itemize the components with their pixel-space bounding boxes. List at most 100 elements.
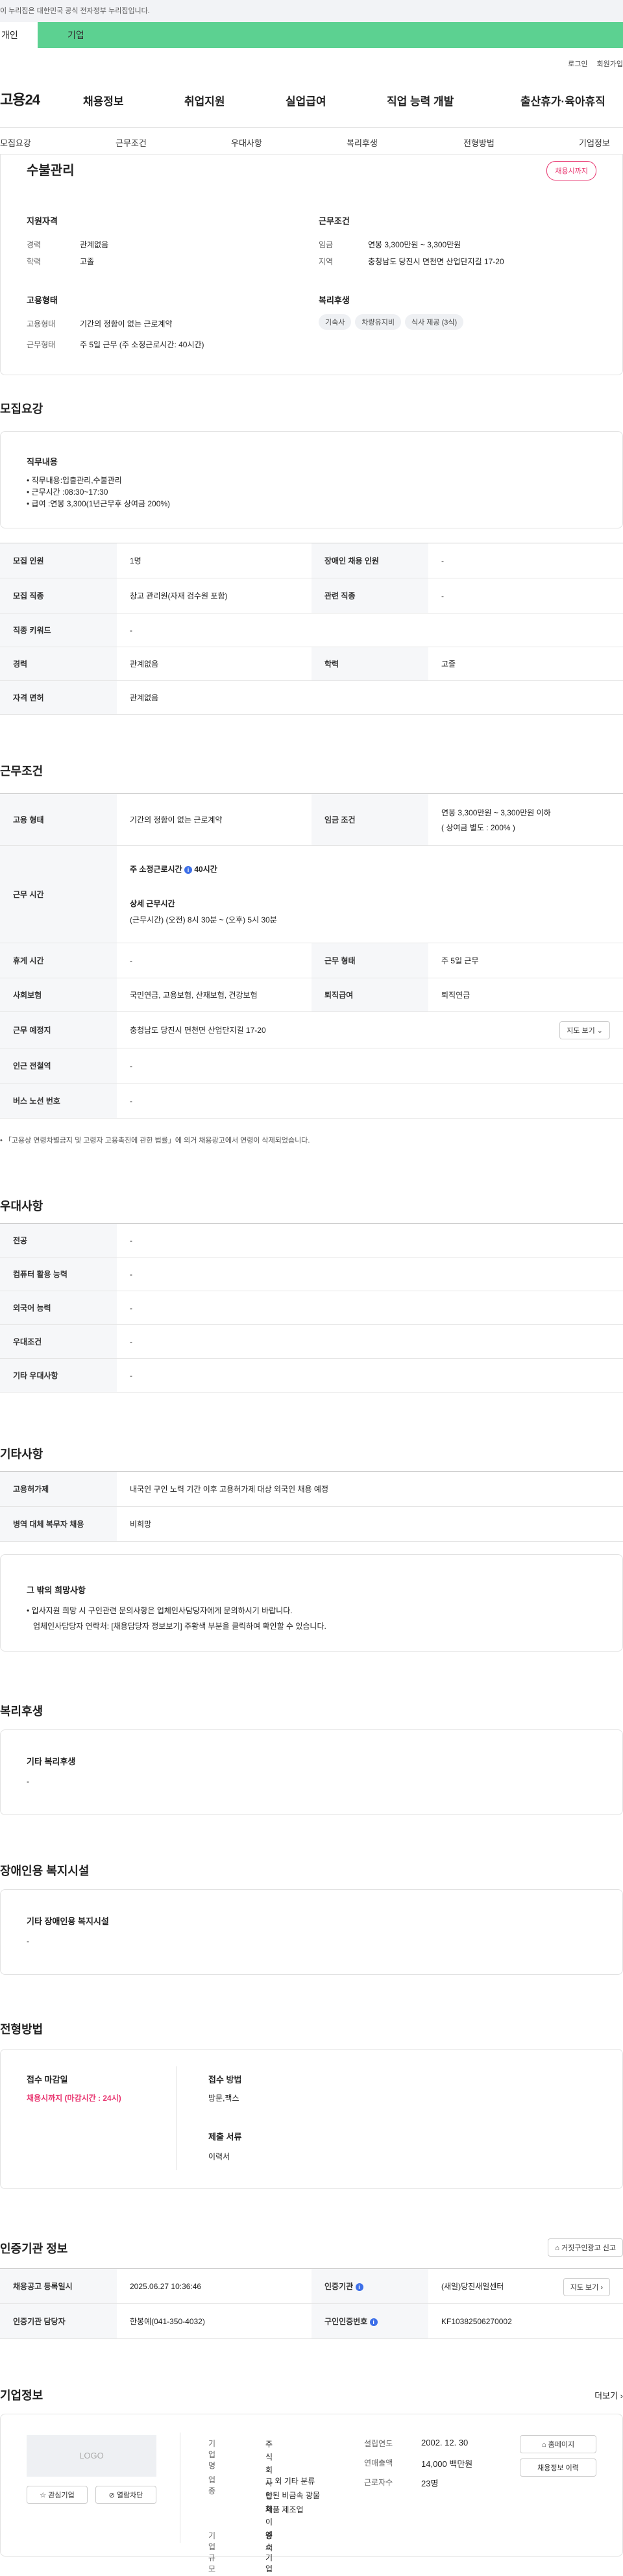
cell-key: 학력	[312, 647, 428, 681]
cell-key: 장애인 채용 인원	[312, 543, 428, 578]
disab-card: 기타 장애인용 복지시설 -	[0, 1889, 623, 1975]
table-row: 근무 시간 주 소정근로시간 i 40시간 상세 근무시간 (근무시간) (오전…	[0, 845, 623, 943]
section-nav-item[interactable]: 우대사항	[231, 136, 262, 149]
job-title: 수불관리	[27, 164, 75, 178]
emp-key: 근무형태	[27, 340, 56, 349]
cell-key: 인증기관 담당자	[0, 2303, 117, 2339]
cell-value: -	[117, 613, 623, 647]
docs-label: 제출 서류	[208, 2132, 242, 2142]
emp-list: 고용형태 기간의 정함이 없는 근로계약 근무형태 주 5일 근무 (주 소정근로시…	[27, 318, 312, 360]
weekly-hours-label: 주 소정근로시간	[130, 865, 182, 874]
cell-key: 인증기관 i	[312, 2268, 428, 2304]
map-view-button[interactable]: 지도 보기 ⌄	[559, 1021, 610, 1039]
cell-value: -	[117, 1257, 623, 1291]
cond-key: 임금	[319, 240, 334, 249]
gov-banner: 이 누리집은 대한민국 공식 전자정부 누리집입니다.	[0, 0, 623, 22]
info-icon[interactable]: i	[355, 2283, 363, 2291]
hiring-history-button[interactable]: 채용정보 이력	[520, 2458, 596, 2477]
table-row: 자격 면허 관계없음	[0, 680, 623, 715]
work-location: 충청남도 당진시 면천면 산업단지길 17-20	[130, 1026, 266, 1035]
emp-key: 고용형태	[27, 319, 56, 328]
welfare-title: 복리후생	[319, 295, 350, 305]
cert-table: 채용공고 등록일시 2025.06.27 10:36:46 인증기관 i (새일)당진…	[0, 2268, 623, 2339]
gnb-menu-item[interactable]: 출산휴가·육아휴직	[520, 92, 605, 108]
site-logo[interactable]: 고용24	[0, 88, 40, 109]
qualify-title: 지원자격	[27, 216, 58, 226]
cond-value: 충청남도 당진시 면천면 산업단지길 17-20	[368, 257, 504, 266]
work-table: 고용 형태 기간의 정함이 없는 근로계약 임금 조건 연봉 3,300만원 ~ 3,…	[0, 793, 623, 1119]
cert-map-button[interactable]: 지도 보기 ›	[563, 2278, 610, 2296]
cell-key: 외국어 능력	[0, 1291, 117, 1325]
table-row: 고용 형태 기간의 정함이 없는 근로계약 임금 조건 연봉 3,300만원 ~ 3,…	[0, 793, 623, 846]
hope-body: • 입사지원 희망 시 구인관련 문의사항은 업체인사담당자에게 문의하시기 바…	[27, 1603, 326, 1634]
cell-key: 인근 전철역	[0, 1048, 117, 1084]
etc-table: 고용허가제 내국인 구인 노력 기간 이후 고용허가제 대상 외국인 채용 예정 …	[0, 1471, 623, 1542]
login-link[interactable]: 로그인	[568, 60, 587, 68]
cond-title: 근무조건	[319, 216, 350, 226]
join-link[interactable]: 회원가입	[597, 60, 623, 68]
cell-key: 근무 시간	[0, 845, 117, 943]
section-nav-item[interactable]: 전형방법	[463, 136, 495, 149]
user-type-tabs: 개인 기업	[0, 22, 623, 48]
job-desc-line: • 급여 :연봉 3,300(1년근무후 상여금 200%)	[27, 499, 171, 508]
cell-value: 국민연금, 고용보험, 산재보험, 건강보험	[117, 978, 312, 1012]
cell-key: 퇴직급여	[312, 978, 428, 1012]
gnb-menu-item[interactable]: 취업지원	[184, 92, 225, 108]
tab-person[interactable]: 개인	[0, 22, 38, 48]
gnb-menu-item[interactable]: 실업급여	[286, 92, 326, 108]
cell-value: 창고 관리원(자재 검수원 포함)	[117, 578, 312, 613]
detail-hours-label: 상세 근무시간	[130, 899, 175, 908]
wage-line: ( 상여금 별도 : 200% )	[441, 823, 515, 832]
cell-value: -	[117, 1358, 623, 1393]
util-links: 로그인 회원가입	[559, 58, 623, 69]
job-desc-card: 직무내용 • 직무내용:입출관리,수불관리 • 근무시간 :08:30~17:3…	[0, 431, 623, 528]
cell-key: 관련 직종	[312, 578, 428, 613]
welfare-tag: 식사 제공 (3식)	[404, 314, 464, 330]
gnb-menu-item[interactable]: 채용정보	[83, 92, 124, 108]
qualify-value: 관계없음	[80, 240, 109, 249]
company-info-right: 설립연도 2002. 12. 30 연매출액 14,000 백만원 근로자수 23명	[364, 2438, 494, 2496]
cell-key: 채용공고 등록일시	[0, 2268, 117, 2304]
emp-title: 고용형태	[27, 295, 58, 305]
info-icon[interactable]: i	[369, 2318, 378, 2326]
homepage-button[interactable]: ⌂ 홈페이지	[520, 2435, 596, 2453]
select-card: 접수 마감일 채용시까지 (마감시간 : 24시) 접수 방법 방문,팩스 제출…	[0, 2049, 623, 2189]
fav-company-button[interactable]: ☆ 관심기업	[27, 2486, 88, 2504]
cell-value: 내국인 구인 노력 기간 이후 고용허가제 대상 외국인 채용 예정	[117, 1471, 623, 1507]
cell-key: 자격 면허	[0, 680, 117, 715]
info-icon[interactable]: i	[184, 865, 192, 874]
recruit-heading: 모집요강	[0, 402, 43, 415]
tab-business[interactable]: 기업	[38, 22, 623, 48]
table-row: 모집 인원 1명 장애인 채용 인원 -	[0, 543, 623, 578]
cell-key: 병역 대체 복무자 채용	[0, 1506, 117, 1542]
block-view-button[interactable]: ⊘ 열람차단	[95, 2486, 156, 2504]
table-row: 고용허가제 내국인 구인 노력 기간 이후 고용허가제 대상 외국인 채용 예정	[0, 1471, 623, 1507]
gnb-menu-item[interactable]: 직업 능력 개발	[387, 92, 454, 108]
cell-key: 사회보험	[0, 978, 117, 1012]
job-desc-title: 직무내용	[27, 457, 58, 467]
cell-value: 퇴직연금	[428, 978, 623, 1012]
info-key: 설립연도	[364, 2439, 393, 2448]
section-nav-item[interactable]: 기업정보	[579, 136, 610, 149]
method-value: 방문,팩스	[208, 2094, 239, 2103]
job-desc-line: • 직무내용:입출관리,수불관리	[27, 476, 122, 485]
table-row: 외국어 능력 -	[0, 1291, 623, 1325]
section-nav-item[interactable]: 근무조건	[116, 136, 147, 149]
table-row: 인증기관 담당자 한봉예(041-350-4032) 구인인증번호 i KF10382…	[0, 2303, 623, 2339]
cell-value: KF10382506270002	[428, 2303, 623, 2339]
table-row: 경력 관계없음 학력 고졸	[0, 647, 623, 681]
company-more-link[interactable]: 더보기 ›	[594, 2389, 623, 2401]
docs-value: 이력서	[208, 2152, 230, 2161]
cell-value: 고졸	[428, 647, 623, 681]
hope-title: 그 밖의 희망사항	[27, 1585, 86, 1595]
report-false-ad-button[interactable]: ⌂ 거짓구인광고 신고	[548, 2238, 623, 2257]
summary-card: 수불관리 채용시까지 지원자격 경력 관계없음 학력 고졸 근무조건 임금 연봉 3,…	[0, 155, 623, 375]
table-row: 버스 노선 번호 -	[0, 1083, 623, 1119]
deadline-value: 채용시까지 (마감시간 : 24시)	[27, 2094, 121, 2103]
company-heading: 기업정보	[0, 2389, 43, 2402]
cell-key: 근무 예정지	[0, 1011, 117, 1048]
pref-heading: 우대사항	[0, 1200, 43, 1213]
section-nav-item[interactable]: 모집요강	[0, 136, 31, 149]
table-row: 컴퓨터 활용 능력 -	[0, 1257, 623, 1291]
section-nav-item[interactable]: 복리후생	[347, 136, 378, 149]
